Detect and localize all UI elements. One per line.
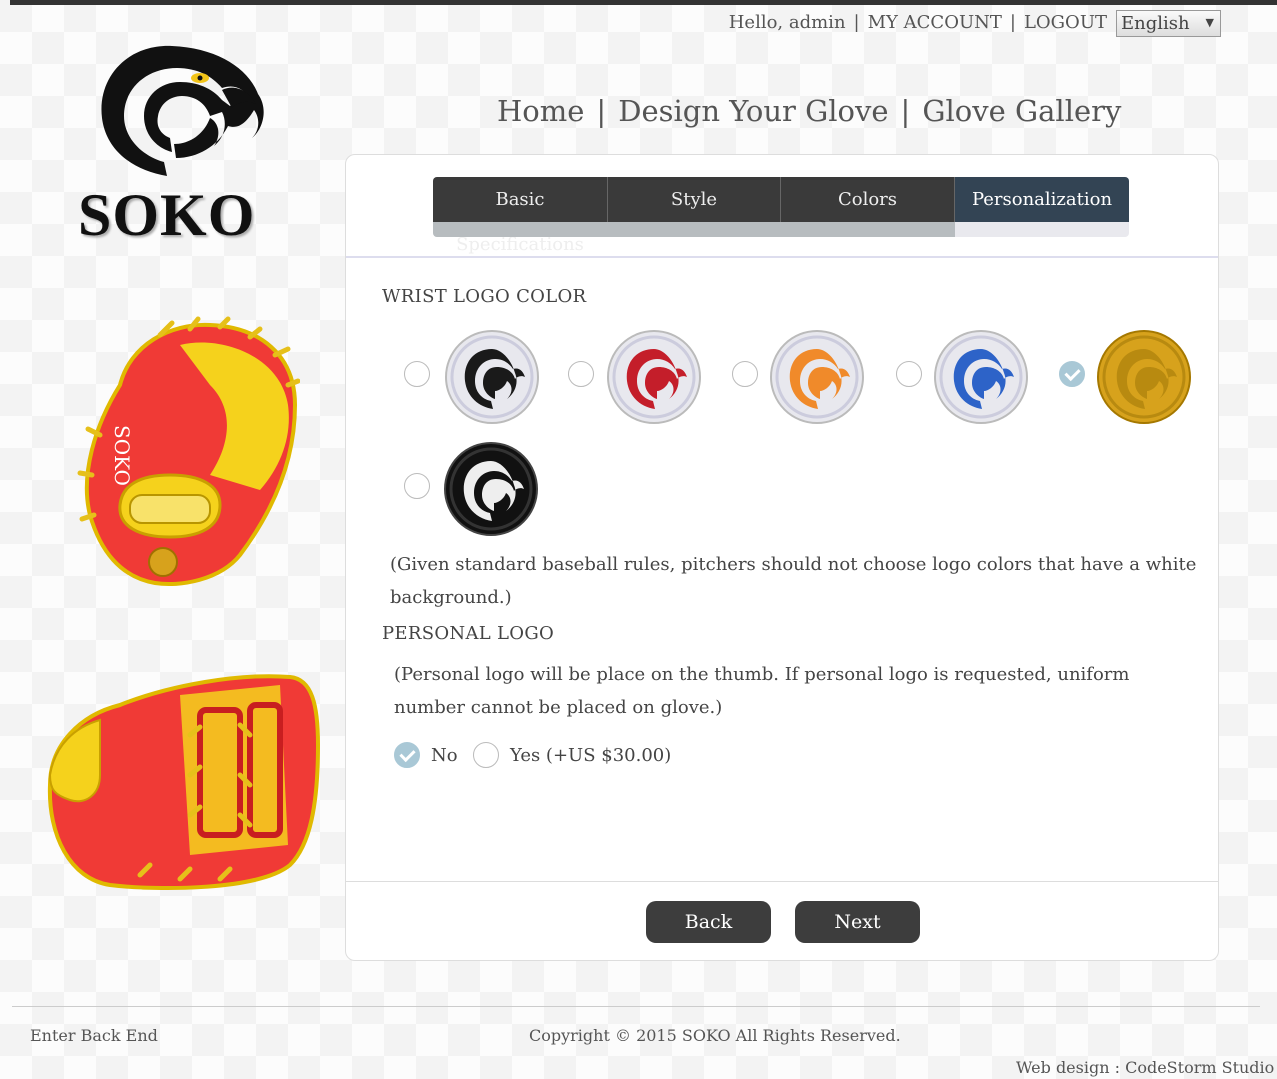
svg-text:SOKO: SOKO xyxy=(110,425,134,486)
chevron-down-icon: ▼ xyxy=(1205,16,1214,29)
logo-badge-blue[interactable] xyxy=(932,329,1030,425)
nav-separator: | xyxy=(596,94,607,128)
copyright: Copyright © 2015 SOKO All Rights Reserve… xyxy=(529,1026,901,1045)
nav-design-your-glove[interactable]: Design Your Glove xyxy=(618,94,888,128)
wrist-logo-radio-black-background[interactable] xyxy=(404,473,430,499)
top-bar xyxy=(10,0,1277,5)
nav-separator: | xyxy=(900,94,911,128)
separator: | xyxy=(1009,12,1016,33)
my-account-link[interactable]: MY ACCOUNT xyxy=(868,12,1002,33)
wrist-logo-radio-black[interactable] xyxy=(404,361,430,387)
step-progress-bar xyxy=(433,222,1129,237)
next-button[interactable]: Next xyxy=(795,901,920,943)
personal-logo-radio-no[interactable] xyxy=(394,742,420,768)
personal-logo-label-no: No xyxy=(431,745,458,766)
language-value: English xyxy=(1121,13,1190,34)
glove-preview-back: SOKO xyxy=(77,316,300,587)
personal-logo-label-yes: Yes (+US $30.00) xyxy=(510,745,672,766)
greeting: Hello, admin xyxy=(728,12,846,33)
logo-badge-gold[interactable] xyxy=(1095,329,1193,425)
wrist-logo-radio-orange[interactable] xyxy=(732,361,758,387)
wrist-logo-radio-blue[interactable] xyxy=(896,361,922,387)
eagle-icon xyxy=(101,45,264,176)
brand-name: SOKO xyxy=(78,182,256,248)
separator: | xyxy=(853,12,860,33)
nav-glove-gallery[interactable]: Glove Gallery xyxy=(922,94,1121,128)
web-design-credit: Web design : CodeStorm Studio xyxy=(1016,1058,1275,1077)
design-panel: Basic Specifications Style Colors Person… xyxy=(345,154,1219,961)
main-nav: Home | Design Your Glove | Glove Gallery xyxy=(497,94,1121,128)
language-select[interactable]: English ▼ xyxy=(1116,10,1221,37)
enter-back-end-link[interactable]: Enter Back End xyxy=(30,1026,158,1045)
back-button[interactable]: Back xyxy=(646,901,771,943)
user-bar: Hello, admin | MY ACCOUNT | LOGOUT xyxy=(729,12,1107,33)
brand-logo[interactable]: SOKO xyxy=(72,38,277,253)
personal-logo-note: (Personal logo will be place on the thum… xyxy=(394,664,1130,718)
logo-badge-black-background[interactable] xyxy=(442,441,540,537)
personal-logo-title: PERSONAL LOGO xyxy=(382,623,555,644)
glove-preview-front xyxy=(47,674,320,891)
wrist-logo-radio-red[interactable] xyxy=(568,361,594,387)
tab-basic-specifications[interactable]: Basic Specifications xyxy=(433,177,608,255)
tab-style[interactable]: Style xyxy=(608,177,781,222)
personal-logo-radio-yes[interactable] xyxy=(473,742,499,768)
nav-home[interactable]: Home xyxy=(497,94,584,128)
logo-badge-red[interactable] xyxy=(605,329,703,425)
divider xyxy=(346,881,1218,882)
tab-personalization[interactable]: Personalization xyxy=(955,177,1129,222)
tab-colors[interactable]: Colors xyxy=(781,177,955,222)
wrist-logo-radio-gold[interactable] xyxy=(1059,361,1085,387)
logo-badge-black[interactable] xyxy=(443,329,541,425)
divider xyxy=(12,1006,1260,1007)
step-tabs: Basic Specifications Style Colors Person… xyxy=(433,177,1129,255)
logout-link[interactable]: LOGOUT xyxy=(1024,12,1107,33)
logo-badge-orange[interactable] xyxy=(768,329,866,425)
step-progress-fill xyxy=(433,222,955,237)
wrist-logo-title: WRIST LOGO COLOR xyxy=(382,286,587,307)
wrist-logo-note: (Given standard baseball rules, pitchers… xyxy=(390,554,1197,608)
divider xyxy=(346,256,1218,258)
